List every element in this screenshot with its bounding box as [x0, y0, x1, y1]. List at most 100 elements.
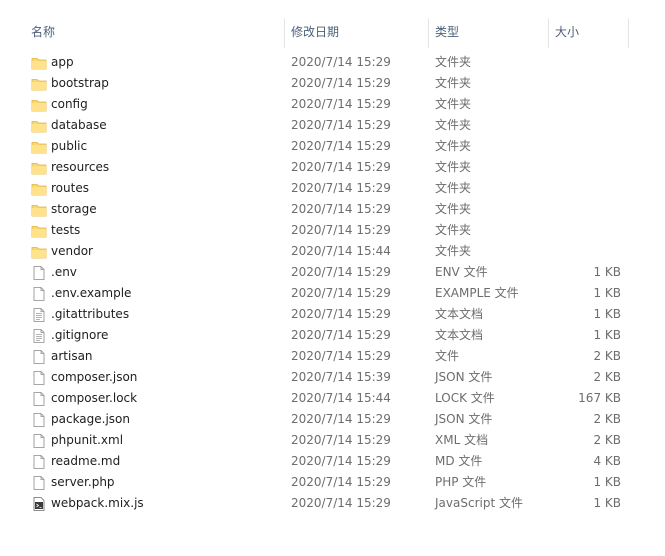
file-name: phpunit.xml [51, 433, 124, 447]
file-modified: 2020/7/14 15:39 [291, 370, 391, 384]
column-divider[interactable] [628, 18, 629, 48]
file-size: 2 KB [593, 433, 621, 447]
file-row[interactable]: .gitattributes 2020/7/14 15:29 文本文档 1 KB [0, 304, 665, 325]
blank-file-icon [31, 265, 47, 281]
folder-icon [31, 160, 47, 176]
file-row[interactable]: composer.lock 2020/7/14 15:44 LOCK 文件 167 K… [0, 388, 665, 409]
file-type: JSON 文件 [435, 412, 493, 426]
file-type: PHP 文件 [435, 475, 487, 489]
file-row[interactable]: composer.json 2020/7/14 15:39 JSON 文件 2 KB [0, 367, 665, 388]
file-type: 文本文档 [435, 307, 484, 321]
file-row[interactable]: resources 2020/7/14 15:29 文件夹 [0, 157, 665, 178]
file-type: XML 文档 [435, 433, 489, 447]
file-type: 文件夹 [435, 55, 472, 69]
file-name: artisan [51, 349, 93, 363]
column-header-modified[interactable]: 修改日期 [291, 14, 339, 50]
file-row[interactable]: .gitignore 2020/7/14 15:29 文本文档 1 KB [0, 325, 665, 346]
column-header-size[interactable]: 大小 [555, 14, 579, 50]
file-type: 文件夹 [435, 244, 472, 258]
file-row[interactable]: server.php 2020/7/14 15:29 PHP 文件 1 KB [0, 472, 665, 493]
file-name: .env.example [51, 286, 132, 300]
file-row[interactable]: .env.example 2020/7/14 15:29 EXAMPLE 文件 1 K… [0, 283, 665, 304]
file-row[interactable]: tests 2020/7/14 15:29 文件夹 [0, 220, 665, 241]
blank-file-icon [31, 475, 47, 491]
file-modified: 2020/7/14 15:29 [291, 76, 391, 90]
column-divider[interactable] [548, 18, 549, 48]
file-name: routes [51, 181, 89, 195]
file-name: composer.json [51, 370, 138, 384]
file-modified: 2020/7/14 15:29 [291, 223, 391, 237]
file-modified: 2020/7/14 15:29 [291, 412, 391, 426]
script-file-icon [31, 496, 47, 512]
file-modified: 2020/7/14 15:29 [291, 475, 391, 489]
file-size: 1 KB [593, 286, 621, 300]
file-type: MD 文件 [435, 454, 483, 468]
file-name: database [51, 118, 107, 132]
file-row[interactable]: routes 2020/7/14 15:29 文件夹 [0, 178, 665, 199]
file-type: 文件夹 [435, 118, 472, 132]
file-row[interactable]: webpack.mix.js 2020/7/14 15:29 JavaScript … [0, 493, 665, 514]
file-row[interactable]: database 2020/7/14 15:29 文件夹 [0, 115, 665, 136]
file-name: tests [51, 223, 81, 237]
blank-file-icon [31, 454, 47, 470]
file-name: webpack.mix.js [51, 496, 144, 510]
file-name: app [51, 55, 74, 69]
folder-icon [31, 97, 47, 113]
folder-icon [31, 76, 47, 92]
file-size: 1 KB [593, 328, 621, 342]
file-modified: 2020/7/14 15:29 [291, 97, 391, 111]
blank-file-icon [31, 286, 47, 302]
folder-icon [31, 223, 47, 239]
file-name: storage [51, 202, 97, 216]
file-name: resources [51, 160, 110, 174]
file-row[interactable]: artisan 2020/7/14 15:29 文件 2 KB [0, 346, 665, 367]
file-row[interactable]: readme.md 2020/7/14 15:29 MD 文件 4 KB [0, 451, 665, 472]
file-modified: 2020/7/14 15:44 [291, 391, 391, 405]
file-name: composer.lock [51, 391, 138, 405]
file-type: 文件夹 [435, 223, 472, 237]
file-size: 1 KB [593, 307, 621, 321]
folder-icon [31, 244, 47, 260]
file-name: .env [51, 265, 77, 279]
file-type: 文件 [435, 349, 460, 363]
file-modified: 2020/7/14 15:29 [291, 118, 391, 132]
file-modified: 2020/7/14 15:29 [291, 160, 391, 174]
column-header-name[interactable]: 名称 [31, 14, 55, 50]
file-size: 2 KB [593, 370, 621, 384]
file-type: 文件夹 [435, 97, 472, 111]
file-row[interactable]: bootstrap 2020/7/14 15:29 文件夹 [0, 73, 665, 94]
file-row[interactable]: config 2020/7/14 15:29 文件夹 [0, 94, 665, 115]
file-row[interactable]: public 2020/7/14 15:29 文件夹 [0, 136, 665, 157]
file-type: 文件夹 [435, 202, 472, 216]
column-divider[interactable] [428, 18, 429, 48]
file-type: LOCK 文件 [435, 391, 495, 405]
file-row[interactable]: .env 2020/7/14 15:29 ENV 文件 1 KB [0, 262, 665, 283]
text-file-icon [31, 328, 47, 344]
file-modified: 2020/7/14 15:29 [291, 328, 391, 342]
file-row[interactable]: app 2020/7/14 15:29 文件夹 [0, 52, 665, 73]
file-type: 文件夹 [435, 160, 472, 174]
file-row[interactable]: vendor 2020/7/14 15:44 文件夹 [0, 241, 665, 262]
file-modified: 2020/7/14 15:29 [291, 307, 391, 321]
file-size: 2 KB [593, 349, 621, 363]
file-name: config [51, 97, 88, 111]
folder-icon [31, 55, 47, 71]
file-modified: 2020/7/14 15:29 [291, 202, 391, 216]
folder-icon [31, 118, 47, 134]
file-type: JSON 文件 [435, 370, 493, 384]
column-divider[interactable] [284, 18, 285, 48]
blank-file-icon [31, 433, 47, 449]
blank-file-icon [31, 370, 47, 386]
file-name: public [51, 139, 88, 153]
file-row[interactable]: package.json 2020/7/14 15:29 JSON 文件 2 KB [0, 409, 665, 430]
file-modified: 2020/7/14 15:29 [291, 433, 391, 447]
file-name: package.json [51, 412, 131, 426]
file-name: readme.md [51, 454, 121, 468]
column-header-type[interactable]: 类型 [435, 14, 459, 50]
file-name: server.php [51, 475, 115, 489]
file-row[interactable]: storage 2020/7/14 15:29 文件夹 [0, 199, 665, 220]
folder-icon [31, 181, 47, 197]
folder-icon [31, 139, 47, 155]
blank-file-icon [31, 412, 47, 428]
file-row[interactable]: phpunit.xml 2020/7/14 15:29 XML 文档 2 KB [0, 430, 665, 451]
